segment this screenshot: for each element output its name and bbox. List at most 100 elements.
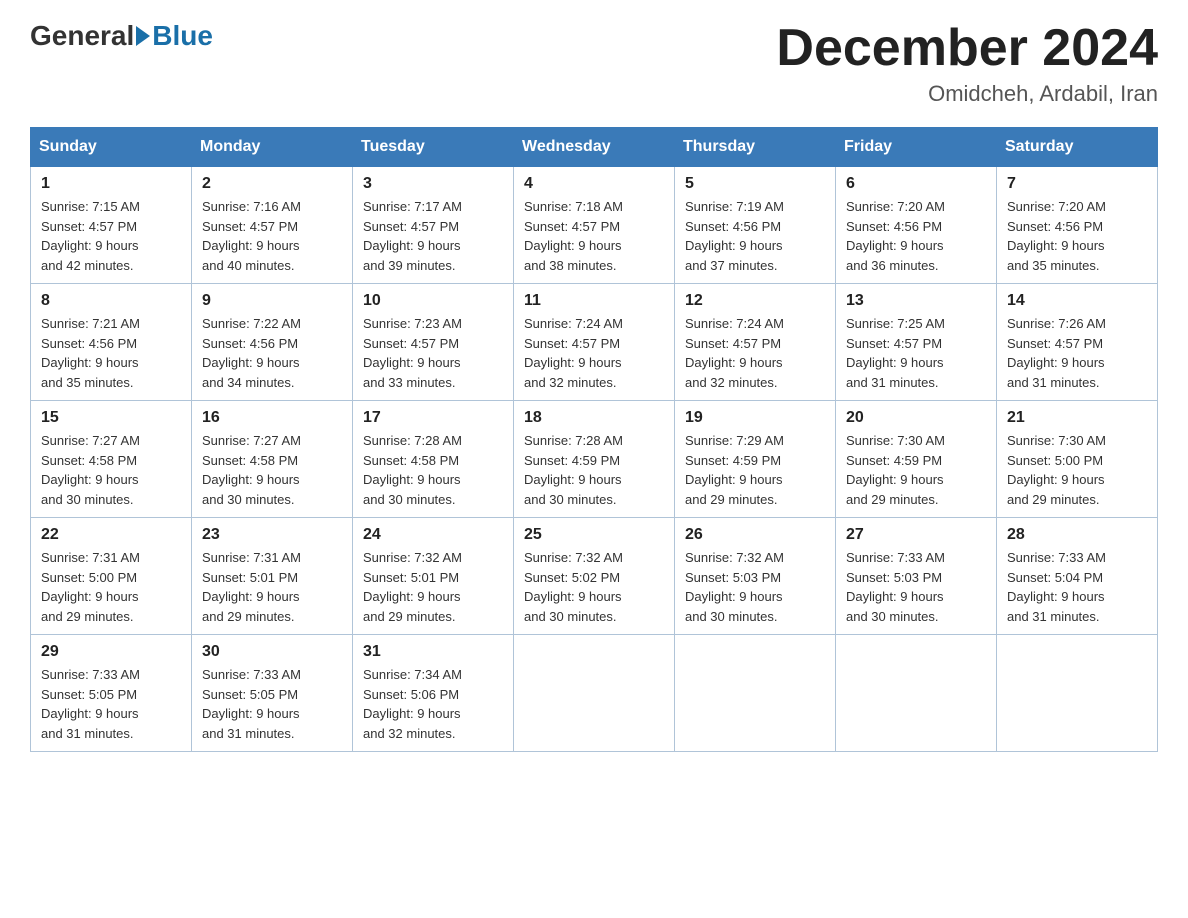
- logo-general-text: General: [30, 20, 134, 52]
- calendar-cell: [836, 635, 997, 752]
- day-info: Sunrise: 7:30 AMSunset: 5:00 PMDaylight:…: [1007, 431, 1147, 509]
- day-info: Sunrise: 7:20 AMSunset: 4:56 PMDaylight:…: [1007, 197, 1147, 275]
- calendar-cell: 21 Sunrise: 7:30 AMSunset: 5:00 PMDayligh…: [997, 401, 1158, 518]
- day-number: 1: [41, 175, 181, 193]
- day-info: Sunrise: 7:20 AMSunset: 4:56 PMDaylight:…: [846, 197, 986, 275]
- title-block: December 2024 Omidcheh, Ardabil, Iran: [776, 20, 1158, 107]
- day-number: 22: [41, 526, 181, 544]
- logo-blue-text: Blue: [152, 20, 213, 52]
- calendar-cell: 28 Sunrise: 7:33 AMSunset: 5:04 PMDayligh…: [997, 518, 1158, 635]
- weekday-header-row: SundayMondayTuesdayWednesdayThursdayFrid…: [31, 128, 1158, 167]
- day-info: Sunrise: 7:28 AMSunset: 4:58 PMDaylight:…: [363, 431, 503, 509]
- weekday-header-thursday: Thursday: [675, 128, 836, 167]
- day-number: 28: [1007, 526, 1147, 544]
- day-number: 8: [41, 292, 181, 310]
- day-number: 12: [685, 292, 825, 310]
- day-number: 27: [846, 526, 986, 544]
- day-info: Sunrise: 7:17 AMSunset: 4:57 PMDaylight:…: [363, 197, 503, 275]
- day-number: 23: [202, 526, 342, 544]
- day-info: Sunrise: 7:29 AMSunset: 4:59 PMDaylight:…: [685, 431, 825, 509]
- day-info: Sunrise: 7:25 AMSunset: 4:57 PMDaylight:…: [846, 314, 986, 392]
- day-info: Sunrise: 7:19 AMSunset: 4:56 PMDaylight:…: [685, 197, 825, 275]
- calendar-cell: 19 Sunrise: 7:29 AMSunset: 4:59 PMDayligh…: [675, 401, 836, 518]
- calendar-cell: 18Sunrise: 7:28 AMSunset: 4:59 PMDayligh…: [514, 401, 675, 518]
- day-info: Sunrise: 7:30 AMSunset: 4:59 PMDaylight:…: [846, 431, 986, 509]
- day-number: 21: [1007, 409, 1147, 427]
- calendar-cell: 3Sunrise: 7:17 AMSunset: 4:57 PMDaylight…: [353, 167, 514, 284]
- day-number: 7: [1007, 175, 1147, 193]
- month-title: December 2024: [776, 20, 1158, 77]
- day-info: Sunrise: 7:26 AMSunset: 4:57 PMDaylight:…: [1007, 314, 1147, 392]
- day-info: Sunrise: 7:31 AMSunset: 5:01 PMDaylight:…: [202, 548, 342, 626]
- calendar-cell: 5 Sunrise: 7:19 AMSunset: 4:56 PMDaylight…: [675, 167, 836, 284]
- calendar-week-1: 1 Sunrise: 7:15 AMSunset: 4:57 PMDaylight…: [31, 167, 1158, 284]
- day-info: Sunrise: 7:34 AMSunset: 5:06 PMDaylight:…: [363, 665, 503, 743]
- day-number: 9: [202, 292, 342, 310]
- calendar-cell: [675, 635, 836, 752]
- calendar-cell: 1 Sunrise: 7:15 AMSunset: 4:57 PMDaylight…: [31, 167, 192, 284]
- calendar-cell: 27Sunrise: 7:33 AMSunset: 5:03 PMDayligh…: [836, 518, 997, 635]
- day-info: Sunrise: 7:18 AMSunset: 4:57 PMDaylight:…: [524, 197, 664, 275]
- calendar-cell: [514, 635, 675, 752]
- location-title: Omidcheh, Ardabil, Iran: [776, 81, 1158, 107]
- day-number: 17: [363, 409, 503, 427]
- day-info: Sunrise: 7:33 AMSunset: 5:05 PMDaylight:…: [41, 665, 181, 743]
- calendar-cell: 29 Sunrise: 7:33 AMSunset: 5:05 PMDayligh…: [31, 635, 192, 752]
- day-number: 15: [41, 409, 181, 427]
- weekday-header-friday: Friday: [836, 128, 997, 167]
- day-number: 29: [41, 643, 181, 661]
- calendar-cell: 30Sunrise: 7:33 AMSunset: 5:05 PMDayligh…: [192, 635, 353, 752]
- day-number: 19: [685, 409, 825, 427]
- calendar-cell: 2 Sunrise: 7:16 AMSunset: 4:57 PMDaylight…: [192, 167, 353, 284]
- calendar-cell: 6 Sunrise: 7:20 AMSunset: 4:56 PMDaylight…: [836, 167, 997, 284]
- calendar-cell: 22 Sunrise: 7:31 AMSunset: 5:00 PMDayligh…: [31, 518, 192, 635]
- day-info: Sunrise: 7:32 AMSunset: 5:01 PMDaylight:…: [363, 548, 503, 626]
- calendar-cell: 23 Sunrise: 7:31 AMSunset: 5:01 PMDayligh…: [192, 518, 353, 635]
- calendar-cell: 26Sunrise: 7:32 AMSunset: 5:03 PMDayligh…: [675, 518, 836, 635]
- day-number: 31: [363, 643, 503, 661]
- day-number: 10: [363, 292, 503, 310]
- day-number: 18: [524, 409, 664, 427]
- day-info: Sunrise: 7:33 AMSunset: 5:05 PMDaylight:…: [202, 665, 342, 743]
- calendar-cell: 4 Sunrise: 7:18 AMSunset: 4:57 PMDaylight…: [514, 167, 675, 284]
- day-number: 2: [202, 175, 342, 193]
- day-number: 20: [846, 409, 986, 427]
- page-header: General Blue December 2024 Omidcheh, Ard…: [30, 20, 1158, 107]
- day-number: 25: [524, 526, 664, 544]
- calendar-cell: 8Sunrise: 7:21 AMSunset: 4:56 PMDaylight…: [31, 284, 192, 401]
- day-number: 24: [363, 526, 503, 544]
- day-info: Sunrise: 7:15 AMSunset: 4:57 PMDaylight:…: [41, 197, 181, 275]
- calendar-cell: 15Sunrise: 7:27 AMSunset: 4:58 PMDayligh…: [31, 401, 192, 518]
- day-info: Sunrise: 7:27 AMSunset: 4:58 PMDaylight:…: [202, 431, 342, 509]
- calendar-week-4: 22 Sunrise: 7:31 AMSunset: 5:00 PMDayligh…: [31, 518, 1158, 635]
- day-number: 11: [524, 292, 664, 310]
- calendar-table: SundayMondayTuesdayWednesdayThursdayFrid…: [30, 127, 1158, 752]
- calendar-cell: 20 Sunrise: 7:30 AMSunset: 4:59 PMDayligh…: [836, 401, 997, 518]
- calendar-cell: 11 Sunrise: 7:24 AMSunset: 4:57 PMDayligh…: [514, 284, 675, 401]
- day-info: Sunrise: 7:24 AMSunset: 4:57 PMDaylight:…: [524, 314, 664, 392]
- calendar-cell: 9 Sunrise: 7:22 AMSunset: 4:56 PMDaylight…: [192, 284, 353, 401]
- calendar-cell: 31 Sunrise: 7:34 AMSunset: 5:06 PMDayligh…: [353, 635, 514, 752]
- day-info: Sunrise: 7:33 AMSunset: 5:04 PMDaylight:…: [1007, 548, 1147, 626]
- calendar-week-2: 8Sunrise: 7:21 AMSunset: 4:56 PMDaylight…: [31, 284, 1158, 401]
- day-info: Sunrise: 7:22 AMSunset: 4:56 PMDaylight:…: [202, 314, 342, 392]
- calendar-cell: 7 Sunrise: 7:20 AMSunset: 4:56 PMDaylight…: [997, 167, 1158, 284]
- day-number: 13: [846, 292, 986, 310]
- weekday-header-wednesday: Wednesday: [514, 128, 675, 167]
- logo-arrow-icon: [136, 26, 150, 46]
- day-number: 6: [846, 175, 986, 193]
- calendar-cell: 12 Sunrise: 7:24 AMSunset: 4:57 PMDayligh…: [675, 284, 836, 401]
- day-info: Sunrise: 7:16 AMSunset: 4:57 PMDaylight:…: [202, 197, 342, 275]
- day-info: Sunrise: 7:24 AMSunset: 4:57 PMDaylight:…: [685, 314, 825, 392]
- weekday-header-tuesday: Tuesday: [353, 128, 514, 167]
- day-number: 4: [524, 175, 664, 193]
- weekday-header-monday: Monday: [192, 128, 353, 167]
- calendar-cell: 10 Sunrise: 7:23 AMSunset: 4:57 PMDayligh…: [353, 284, 514, 401]
- day-info: Sunrise: 7:23 AMSunset: 4:57 PMDaylight:…: [363, 314, 503, 392]
- logo: General Blue: [30, 20, 213, 52]
- day-number: 14: [1007, 292, 1147, 310]
- calendar-cell: 13 Sunrise: 7:25 AMSunset: 4:57 PMDayligh…: [836, 284, 997, 401]
- day-info: Sunrise: 7:31 AMSunset: 5:00 PMDaylight:…: [41, 548, 181, 626]
- calendar-week-3: 15 Sunrise: 7:27 AMSunset: 4:58 PMDayligh…: [31, 401, 1158, 518]
- day-number: 5: [685, 175, 825, 193]
